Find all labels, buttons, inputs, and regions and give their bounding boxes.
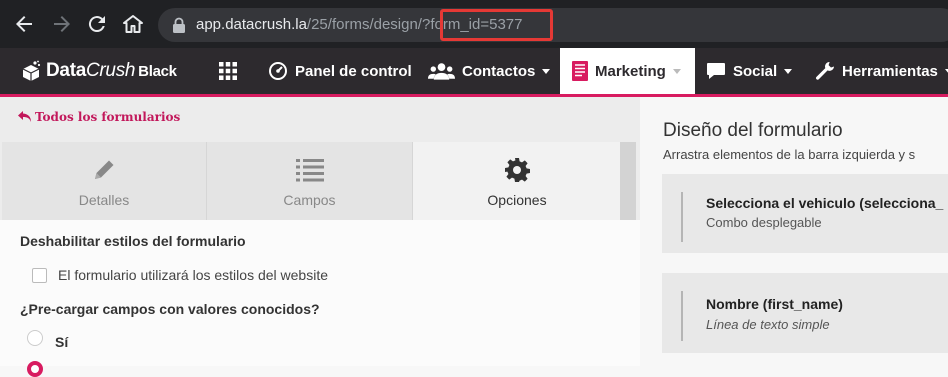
nav-item-social[interactable]: Social: [706, 48, 793, 94]
nav-label-marketing: Marketing: [595, 62, 666, 80]
nav-item-contactos[interactable]: Contactos: [428, 48, 551, 94]
tab-label: Opciones: [487, 192, 547, 208]
field-name: Selecciona el vehiculo (selecciona_: [706, 195, 944, 211]
form-design-subtitle: Arrastra elementos de la barra izquierda…: [663, 147, 916, 162]
forward-arrow-icon[interactable]: [50, 12, 74, 36]
app-navbar: DataCrush Black Panel de control Contacto…: [0, 48, 948, 94]
dashboard-gauge-icon: [269, 62, 287, 80]
chevron-down-icon: [542, 68, 551, 74]
disable-styles-checkbox[interactable]: [32, 268, 47, 283]
nav-item-panel-de-control[interactable]: Panel de control: [268, 48, 412, 94]
brand-edition: Black: [138, 63, 177, 80]
settings-tabs: Detalles Campos Opciones: [2, 142, 638, 220]
address-bar[interactable]: app.datacrush.la/25/forms/design/?form_i…: [158, 8, 948, 42]
url-host: app.datacrush.la: [196, 16, 307, 33]
tab-opciones[interactable]: Opciones: [413, 142, 622, 220]
options-content: Deshabilitar estilos del formulario El f…: [0, 220, 640, 377]
brand-name-bold: Data: [46, 60, 86, 81]
field-name: Nombre (first_name): [706, 296, 843, 312]
tab-label: Campos: [283, 192, 336, 208]
browser-toolbar: app.datacrush.la/25/forms/design/?form_i…: [0, 0, 948, 48]
form-settings-panel: Todos los formularios Detalles Campos Op…: [0, 97, 640, 377]
preload-radio-si[interactable]: [27, 330, 43, 346]
field-drag-bar: [681, 291, 683, 341]
nav-item-marketing[interactable]: Marketing: [560, 48, 695, 94]
url-path: /25/forms/design/: [306, 16, 422, 33]
url-query-highlight: [440, 9, 553, 41]
nav-label-herramientas: Herramientas: [842, 62, 938, 80]
brand-name: DataCrush Black: [46, 60, 177, 82]
contacts-users-icon: [428, 63, 455, 80]
tab-campos[interactable]: Campos: [207, 142, 413, 220]
brand-name-italic: Crush: [85, 60, 136, 81]
lock-icon: [172, 17, 186, 33]
tabs-scrollbar[interactable]: [620, 142, 636, 220]
reply-arrow-icon: [18, 111, 31, 122]
wrench-icon: [816, 62, 834, 80]
chevron-down-icon: [672, 68, 681, 74]
nav-item-herramientas[interactable]: Herramientas: [815, 48, 948, 94]
disable-styles-title: Deshabilitar estilos del formulario: [20, 233, 246, 249]
field-drag-bar: [681, 192, 683, 242]
back-link-label: Todos los formularios: [35, 110, 181, 124]
reload-icon[interactable]: [85, 12, 109, 36]
field-type: Línea de texto simple: [706, 317, 830, 332]
pencil-icon: [91, 156, 117, 184]
gear-icon: [504, 156, 530, 184]
tab-detalles[interactable]: Detalles: [2, 142, 207, 220]
preload-radio-no[interactable]: [27, 361, 43, 377]
back-arrow-icon[interactable]: [12, 12, 36, 36]
form-field-card[interactable]: Selecciona el vehiculo (selecciona_ Comb…: [662, 174, 948, 253]
marketing-document-icon: [572, 61, 588, 81]
form-design-title: Diseño del formulario: [663, 120, 843, 141]
home-icon[interactable]: [121, 12, 145, 36]
brand-logo[interactable]: DataCrush Black: [20, 58, 177, 84]
list-icon: [295, 156, 324, 184]
nav-label-contactos: Contactos: [462, 62, 536, 80]
logo-cube-icon: [20, 60, 42, 82]
chat-bubble-icon: [707, 63, 725, 79]
nav-label-social: Social: [733, 62, 778, 80]
preload-title: ¿Pre-cargar campos con valores conocidos…: [20, 301, 320, 317]
form-field-card[interactable]: Nombre (first_name) Línea de texto simpl…: [662, 273, 948, 353]
disable-styles-label: El formulario utilizará los estilos del …: [58, 267, 328, 283]
back-to-forms-link[interactable]: Todos los formularios: [18, 110, 180, 124]
apps-grid-icon[interactable]: [219, 62, 237, 80]
nav-label-panel: Panel de control: [295, 62, 412, 80]
tab-label: Detalles: [78, 192, 130, 208]
chevron-down-icon: [784, 68, 793, 74]
form-design-panel: Diseño del formulario Arrastra elementos…: [640, 97, 948, 366]
field-type: Combo desplegable: [706, 215, 822, 230]
preload-option-si-label: Sí: [55, 334, 69, 350]
